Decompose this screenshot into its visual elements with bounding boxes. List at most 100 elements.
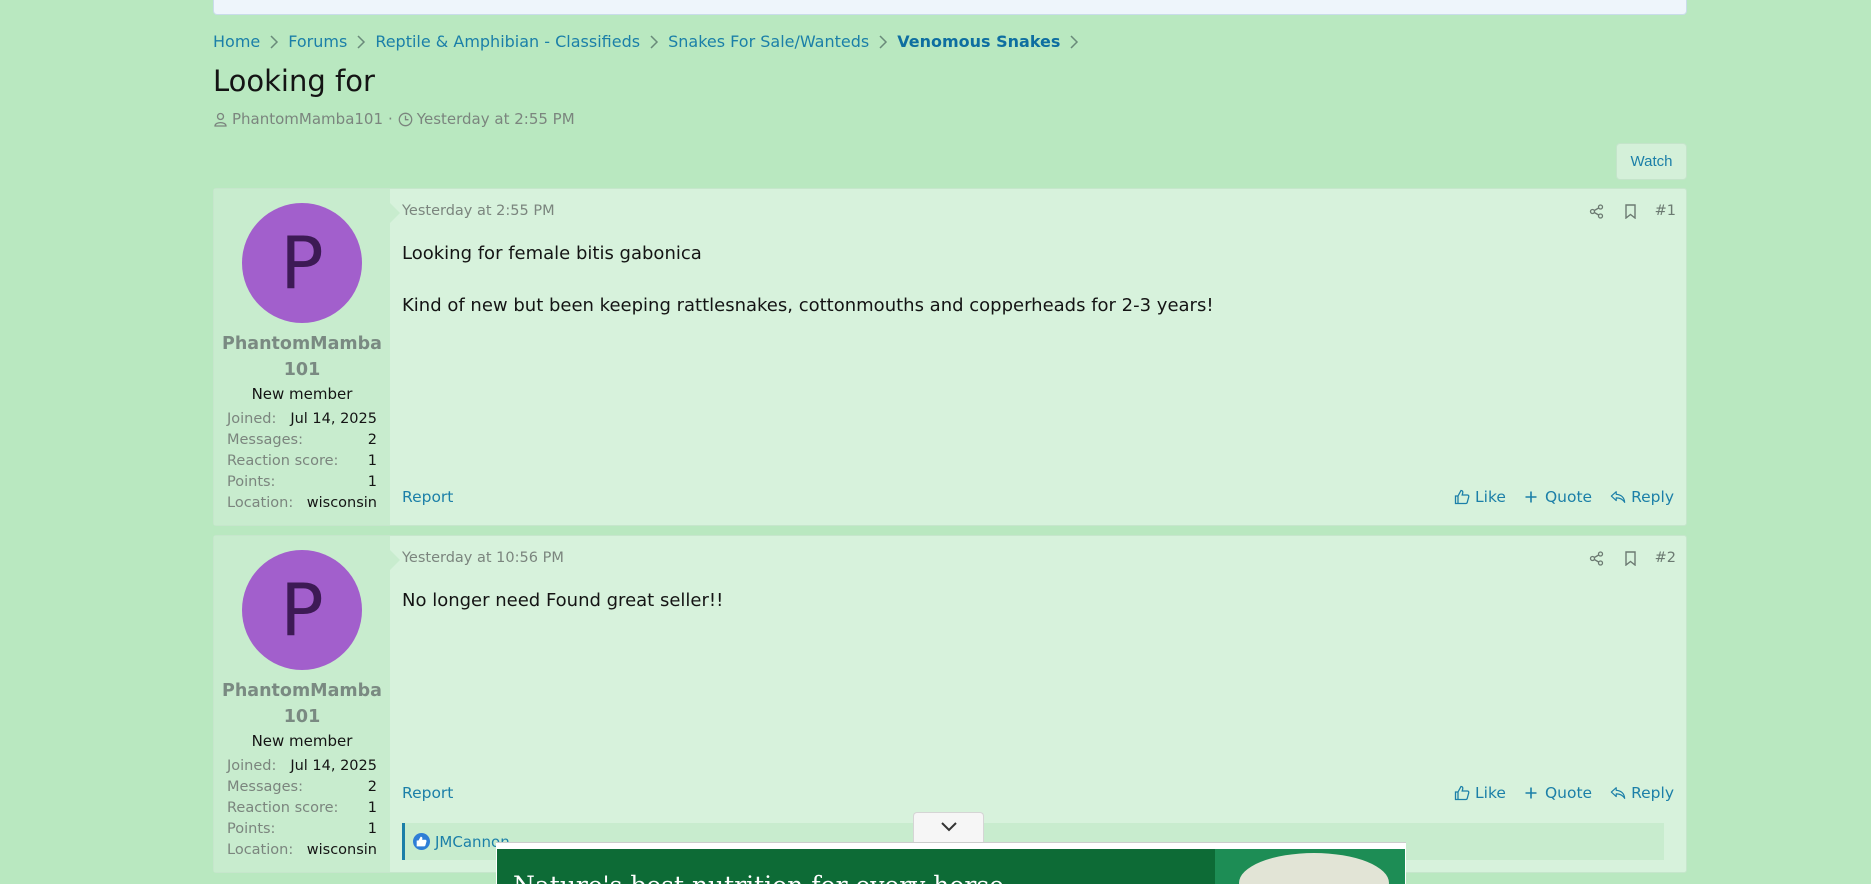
user-title: New member	[251, 732, 353, 750]
user-stats: Joined: Jul 14, 2025 Messages: 2 Reaction …	[227, 409, 377, 514]
breadcrumb-home[interactable]: Home	[213, 32, 260, 51]
reply-label: Reply	[1631, 488, 1674, 506]
like-button[interactable]: Like	[1454, 784, 1506, 802]
stat-value[interactable]: wisconsin	[307, 493, 377, 514]
post-message: Looking for female bitis gabonica Kind o…	[402, 241, 1214, 345]
stat-label: Reaction score:	[227, 800, 339, 816]
username-line: PhantomMamba	[222, 334, 382, 354]
stat-label: Messages:	[227, 779, 303, 795]
bookmark-icon[interactable]	[1621, 201, 1641, 221]
post-number-link[interactable]: #1	[1655, 203, 1676, 219]
post-body: Yesterday at 10:56 PM #2 No longer need …	[390, 536, 1686, 872]
breadcrumb-forums[interactable]: Forums	[288, 32, 347, 51]
breadcrumb-classifieds[interactable]: Reptile & Amphibian - Classifieds	[375, 32, 640, 51]
clock-icon	[398, 112, 413, 127]
chevron-right-icon	[356, 34, 366, 49]
ad-banner[interactable]: Nature's best nutrition for every horse	[497, 849, 1405, 884]
plus-icon	[1524, 785, 1540, 801]
plus-icon	[1524, 489, 1540, 505]
post-date-link[interactable]: Yesterday at 2:55 PM	[402, 203, 555, 219]
page-title: Looking for	[213, 64, 375, 98]
share-icon[interactable]	[1587, 201, 1607, 221]
stat-value: 1	[367, 821, 377, 837]
username[interactable]: PhantomMamba 101	[214, 678, 390, 730]
stat-row-location: Location: wisconsin	[227, 493, 377, 514]
user-title: New member	[251, 385, 353, 403]
stat-value: Jul 14, 2025	[290, 411, 377, 427]
like-button[interactable]: Like	[1454, 488, 1506, 506]
stat-row-messages: Messages: 2	[227, 430, 377, 451]
meta-separator: ·	[388, 110, 393, 128]
breadcrumb-snakes[interactable]: Snakes For Sale/Wanteds	[668, 32, 869, 51]
post-actions: Like Quote Reply	[1454, 488, 1674, 506]
stat-value: 2	[367, 779, 377, 795]
notice-bar	[213, 0, 1687, 15]
post-actions: Like Quote Reply	[1454, 784, 1674, 802]
user-stats: Joined: Jul 14, 2025 Messages: 2 Reaction …	[227, 756, 377, 861]
user-info-cell: P PhantomMamba 101 New member Joined: Jul…	[214, 536, 390, 872]
chevron-right-icon	[649, 34, 659, 49]
stat-value: 2	[367, 432, 377, 448]
thumbs-up-icon	[1454, 785, 1470, 801]
stat-value: 1	[367, 474, 377, 490]
stat-row-points: Points: 1	[227, 472, 377, 493]
stat-value: 1	[367, 453, 377, 469]
stat-value[interactable]: wisconsin	[307, 840, 377, 861]
breadcrumb-venomous[interactable]: Venomous Snakes	[897, 32, 1060, 51]
post-paragraph: No longer need Found great seller!!	[402, 590, 724, 611]
username[interactable]: PhantomMamba 101	[214, 331, 390, 383]
post-tools: #2	[1587, 548, 1676, 568]
reply-button[interactable]: Reply	[1610, 784, 1674, 802]
thread-meta: PhantomMamba101 · Yesterday at 2:55 PM	[213, 110, 575, 128]
post-tools: #1	[1587, 201, 1676, 221]
username-line: 101	[283, 360, 321, 380]
thread-author-link[interactable]: PhantomMamba101	[232, 110, 383, 128]
breadcrumb: Home Forums Reptile & Amphibian - Classi…	[213, 32, 1088, 51]
stat-row-points: Points: 1	[227, 819, 377, 840]
chevron-down-icon	[940, 818, 958, 837]
quote-button[interactable]: Quote	[1524, 488, 1592, 506]
like-label: Like	[1475, 784, 1506, 802]
username-line: PhantomMamba	[222, 681, 382, 701]
quote-label: Quote	[1544, 488, 1593, 506]
post-message: No longer need Found great seller!!	[402, 588, 723, 640]
ad-collapse-toggle[interactable]	[913, 812, 984, 842]
watch-button[interactable]: Watch	[1616, 143, 1687, 180]
stat-row-joined: Joined: Jul 14, 2025	[227, 409, 377, 430]
stat-value: Jul 14, 2025	[290, 758, 377, 774]
post-number-link[interactable]: #2	[1655, 550, 1676, 566]
thumbs-up-icon	[413, 833, 430, 850]
bookmark-icon[interactable]	[1621, 548, 1641, 568]
post-date-link[interactable]: Yesterday at 10:56 PM	[402, 550, 564, 566]
share-icon[interactable]	[1587, 548, 1607, 568]
reply-label: Reply	[1631, 784, 1674, 802]
report-link[interactable]: Report	[402, 784, 453, 802]
stat-row-messages: Messages: 2	[227, 777, 377, 798]
stat-row-reaction-score: Reaction score: 1	[227, 451, 377, 472]
stat-label: Location:	[227, 842, 294, 858]
stat-label: Joined:	[227, 411, 277, 427]
stat-row-location: Location: wisconsin	[227, 840, 377, 861]
chevron-right-icon	[878, 34, 888, 49]
reply-icon	[1610, 785, 1626, 801]
user-icon	[213, 112, 228, 127]
stat-row-reaction-score: Reaction score: 1	[227, 798, 377, 819]
stat-value: 1	[367, 800, 377, 816]
report-link[interactable]: Report	[402, 488, 453, 506]
stat-label: Messages:	[227, 432, 303, 448]
avatar[interactable]: P	[242, 203, 362, 323]
avatar[interactable]: P	[242, 550, 362, 670]
stat-label: Location:	[227, 495, 294, 511]
stat-label: Joined:	[227, 758, 277, 774]
user-info-cell: P PhantomMamba 101 New member Joined: Jul…	[214, 189, 390, 525]
post: P PhantomMamba 101 New member Joined: Jul…	[213, 188, 1687, 526]
username-line: 101	[283, 707, 321, 727]
post-paragraph: Looking for female bitis gabonica	[402, 243, 702, 264]
thread-date-link[interactable]: Yesterday at 2:55 PM	[417, 110, 575, 128]
quote-button[interactable]: Quote	[1524, 784, 1592, 802]
quote-label: Quote	[1544, 784, 1593, 802]
ad-image	[1215, 849, 1405, 884]
reply-button[interactable]: Reply	[1610, 488, 1674, 506]
post-paragraph: Kind of new but been keeping rattlesnake…	[402, 295, 1214, 316]
like-label: Like	[1475, 488, 1506, 506]
